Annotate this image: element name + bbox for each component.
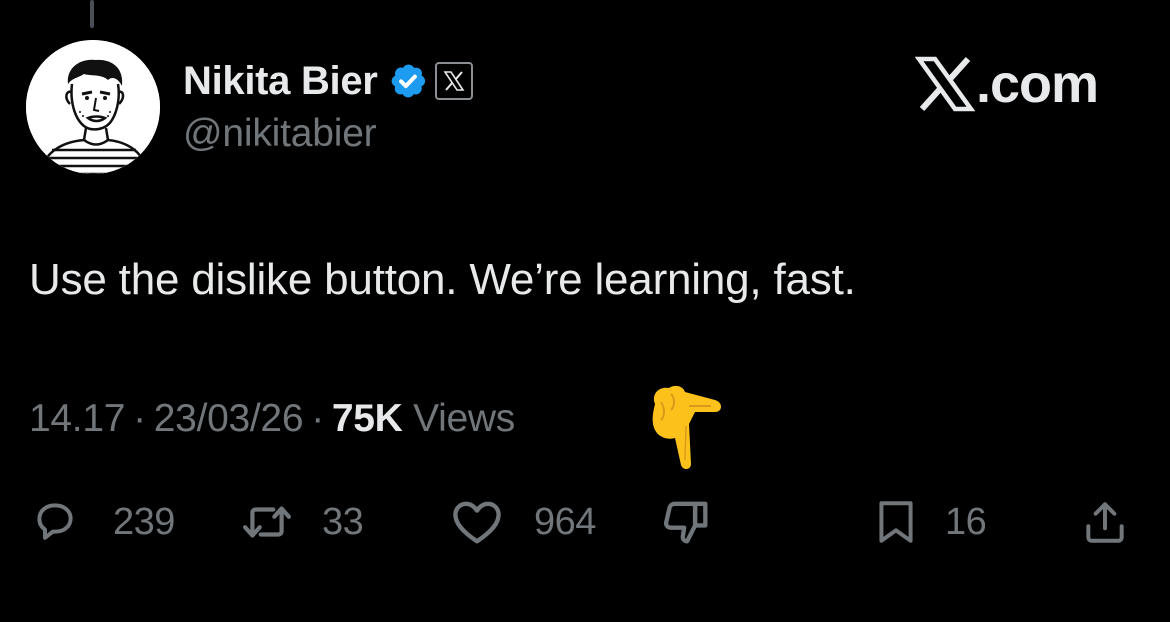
repost-button[interactable]: 33: [232, 497, 364, 547]
repost-count: 33: [322, 500, 364, 543]
share-upload-icon: [1086, 502, 1124, 543]
affiliate-x-badge[interactable]: [434, 62, 473, 100]
tweet-text: Use the dislike button. We’re learning, …: [29, 255, 856, 304]
meta-separator: ·: [133, 397, 146, 440]
x-logo-icon: [915, 56, 975, 112]
avatar-illustration: [26, 40, 160, 174]
tweet-time[interactable]: 14.17: [29, 397, 125, 440]
tweet-date[interactable]: 23/03/26: [154, 397, 304, 440]
reply-button[interactable]: 239: [25, 497, 175, 547]
tweet-metadata: 14.17 · 23/03/26 · 75K Views: [29, 397, 515, 441]
brand-watermark: .com: [915, 54, 1099, 114]
backhand-index-pointing-down-emoji: [645, 380, 725, 472]
heart-icon: [453, 501, 501, 544]
avatar[interactable]: [26, 40, 160, 174]
reply-count: 239: [113, 500, 175, 543]
views-count: 75K: [331, 397, 403, 440]
author-row: Nikita Bier: [183, 56, 473, 106]
bookmark-count: 16: [945, 500, 987, 543]
verified-badge-icon: [391, 64, 425, 98]
author-display-name[interactable]: Nikita Bier: [183, 59, 378, 104]
like-button[interactable]: 964: [446, 497, 596, 547]
like-count: 964: [534, 500, 596, 543]
meta-separator: ·: [311, 397, 324, 440]
bookmark-icon: [879, 501, 913, 543]
repost-arrows-icon: [243, 506, 291, 538]
share-button[interactable]: [1076, 497, 1134, 547]
brand-domain-text: .com: [976, 54, 1099, 114]
bookmark-button[interactable]: 16: [869, 497, 987, 547]
x-logo-icon: [443, 71, 465, 91]
author-handle[interactable]: @nikitabier: [183, 112, 377, 156]
views-label: Views: [413, 397, 515, 440]
thread-connector-line: [90, 0, 94, 28]
speech-bubble-icon: [37, 503, 73, 540]
thumbs-down-icon: [663, 501, 708, 544]
dislike-button[interactable]: [655, 497, 717, 547]
